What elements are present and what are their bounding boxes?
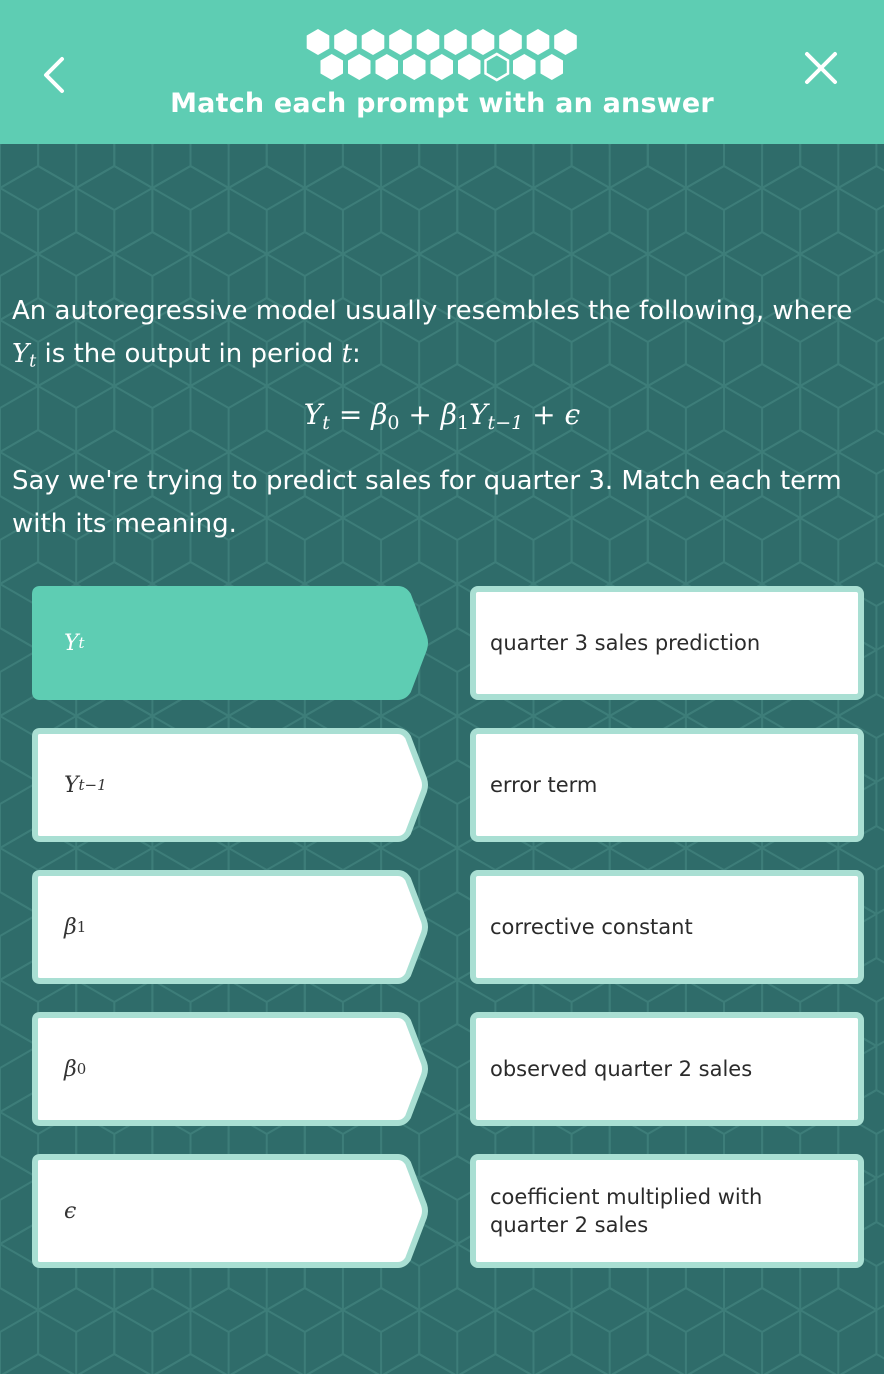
intro-variable: Y <box>12 339 30 369</box>
progress-hex-current <box>484 52 510 82</box>
prompt-tile-epsilon[interactable]: ϵ <box>32 1154 428 1268</box>
prompt-label: ϵ <box>64 1154 76 1268</box>
prompt-tile-bg <box>32 870 428 984</box>
formula-y: Y <box>303 398 323 431</box>
progress-hex <box>334 29 357 55</box>
formula-beta0-sub: 0 <box>387 411 400 434</box>
progress-hex <box>471 29 495 55</box>
intro-end: : <box>352 339 361 369</box>
prompt-label: Yt <box>64 586 85 700</box>
page-title: Match each prompt with an answer <box>170 88 714 119</box>
progress-hex <box>361 29 385 55</box>
formula-y-sub: t <box>322 411 330 434</box>
progress-hex <box>403 54 426 80</box>
progress-hex <box>416 29 440 55</box>
intro-text: An autoregressive model usually resemble… <box>12 290 872 383</box>
formula-plus-1: + <box>399 398 441 431</box>
intro-line1: An autoregressive model usually resemble… <box>12 296 853 326</box>
answer-tile-corrective-constant[interactable]: corrective constant <box>470 870 864 984</box>
prompt-tile-beta0[interactable]: β0 <box>32 1012 428 1126</box>
prompt-main: β <box>64 914 77 940</box>
prompt-label: β1 <box>64 870 86 984</box>
prompt-sub: 0 <box>76 1060 87 1078</box>
prompt-tile-shape <box>32 1012 428 1126</box>
prompt-tile-shape <box>32 870 428 984</box>
close-button[interactable] <box>795 42 847 94</box>
answer-tile-observed-q2[interactable]: observed quarter 2 sales <box>470 1012 864 1126</box>
progress-hex <box>499 29 522 55</box>
progress-hex <box>513 54 536 80</box>
prompt-tile-beta1[interactable]: β1 <box>32 870 428 984</box>
prompt-sub: t <box>78 634 85 652</box>
progress-hex <box>320 54 343 80</box>
progress-hex <box>306 29 330 55</box>
formula-beta1: β <box>440 398 457 431</box>
progress-hex <box>540 54 563 80</box>
answer-tile-coefficient[interactable]: coefficient multiplied with quarter 2 sa… <box>470 1154 864 1268</box>
prompt-main: Y <box>64 772 79 798</box>
prompt-tile-bg <box>32 1012 428 1126</box>
progress-hex <box>375 54 398 80</box>
answer-tile-error-term[interactable]: error term <box>470 728 864 842</box>
model-formula: Yt = β0 + β1Yt−1 + ϵ <box>0 398 884 434</box>
progress-hex <box>348 54 371 80</box>
prompt-tile-bg <box>32 1154 428 1268</box>
prompt-tile-shape <box>32 1154 428 1268</box>
progress-hex <box>430 54 453 80</box>
answer-tile-q3-prediction[interactable]: quarter 3 sales prediction <box>470 586 864 700</box>
formula-epsilon: ϵ <box>564 398 581 431</box>
formula-y-lag: Y <box>469 398 488 431</box>
progress-hex <box>458 54 481 80</box>
close-icon <box>805 52 837 84</box>
question-intro: An autoregressive model usually resemble… <box>12 290 872 383</box>
formula-equals: = <box>329 398 372 431</box>
prompt-label: β0 <box>64 1012 86 1126</box>
prompt-tile-yt-minus-1[interactable]: Yt−1 <box>32 728 428 842</box>
prompt-tile-shape <box>32 586 428 700</box>
prompt-sub: 1 <box>76 918 87 936</box>
intro-period: t <box>341 339 353 369</box>
prompt-sub: t−1 <box>78 776 107 794</box>
formula-plus-2: + <box>523 398 565 431</box>
progress-hex <box>554 29 577 55</box>
progress-hex <box>389 29 412 55</box>
progress-hex <box>526 29 550 55</box>
header-bar: Match each prompt with an answer <box>0 0 884 144</box>
prompt-main: Y <box>64 630 79 656</box>
prompt-label: Yt−1 <box>64 728 107 842</box>
intro-line2: is the output in period <box>36 339 342 369</box>
prompt-tile-bg <box>32 586 428 700</box>
instruction-text: Say we're trying to predict sales for qu… <box>12 466 842 539</box>
progress-hex <box>444 29 467 55</box>
formula-beta0: β <box>371 398 388 431</box>
formula-beta1-sub: 1 <box>456 411 470 434</box>
prompt-tile-yt[interactable]: Yt <box>32 586 428 700</box>
progress-hexagons <box>306 29 577 82</box>
prompt-main: β <box>64 1056 77 1082</box>
formula-y-lag-sub: t−1 <box>487 411 524 434</box>
prompt-main: ϵ <box>64 1198 77 1224</box>
